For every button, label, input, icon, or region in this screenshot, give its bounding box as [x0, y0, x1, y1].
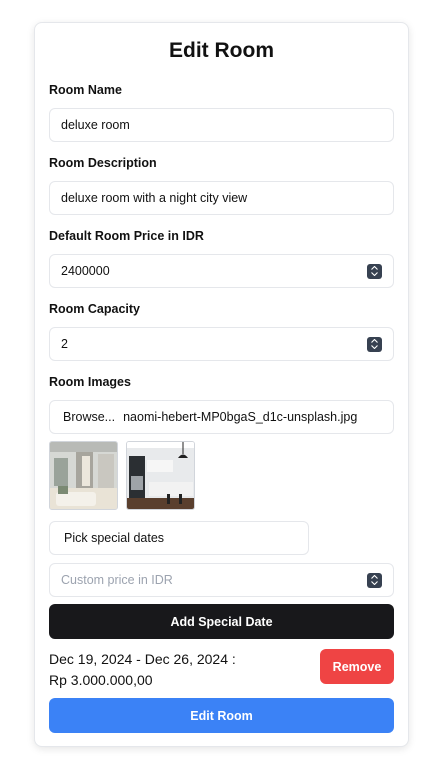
room-capacity-value: 2 — [61, 337, 68, 351]
edit-room-submit-button[interactable]: Edit Room — [49, 698, 394, 733]
room-image-thumbnail — [126, 441, 195, 510]
room-name-value: deluxe room — [61, 118, 130, 132]
custom-price-input[interactable]: Custom price in IDR — [49, 563, 394, 597]
room-description-input[interactable]: deluxe room with a night city view — [49, 181, 394, 215]
special-date-range: Dec 19, 2024 - Dec 26, 2024 : — [49, 651, 236, 667]
special-date-entry: Dec 19, 2024 - Dec 26, 2024 : Rp 3.000.0… — [49, 649, 236, 691]
room-description-value: deluxe room with a night city view — [61, 191, 248, 205]
room-capacity-input[interactable]: 2 — [49, 327, 394, 361]
room-price-value: 2400000 — [61, 264, 110, 278]
edit-room-card: Edit Room Room Name deluxe room Room Des… — [34, 22, 409, 747]
custom-price-placeholder: Custom price in IDR — [61, 573, 173, 587]
room-capacity-label: Room Capacity — [49, 302, 140, 316]
browse-button[interactable]: Browse... — [63, 410, 115, 424]
room-images-label: Room Images — [49, 375, 131, 389]
number-stepper-icon[interactable] — [367, 263, 382, 279]
room-description-label: Room Description — [49, 156, 157, 170]
page-title: Edit Room — [169, 39, 274, 62]
selected-file-name: naomi-hebert-MP0bgaS_d1c-unsplash.jpg — [123, 410, 358, 424]
add-special-date-button[interactable]: Add Special Date — [49, 604, 394, 639]
room-price-label: Default Room Price in IDR — [49, 229, 204, 243]
remove-special-date-button[interactable]: Remove — [320, 649, 394, 684]
room-images-file-input[interactable]: Browse... naomi-hebert-MP0bgaS_d1c-unspl… — [49, 400, 394, 434]
special-date-price: Rp 3.000.000,00 — [49, 672, 153, 688]
number-stepper-icon[interactable] — [367, 336, 382, 352]
room-image-thumbnail — [49, 441, 118, 510]
room-price-input[interactable]: 2400000 — [49, 254, 394, 288]
number-stepper-icon[interactable] — [367, 572, 382, 588]
special-dates-picker-text: Pick special dates — [64, 531, 165, 545]
room-name-label: Room Name — [49, 83, 122, 97]
room-name-input[interactable]: deluxe room — [49, 108, 394, 142]
special-dates-picker[interactable]: Pick special dates — [49, 521, 309, 555]
